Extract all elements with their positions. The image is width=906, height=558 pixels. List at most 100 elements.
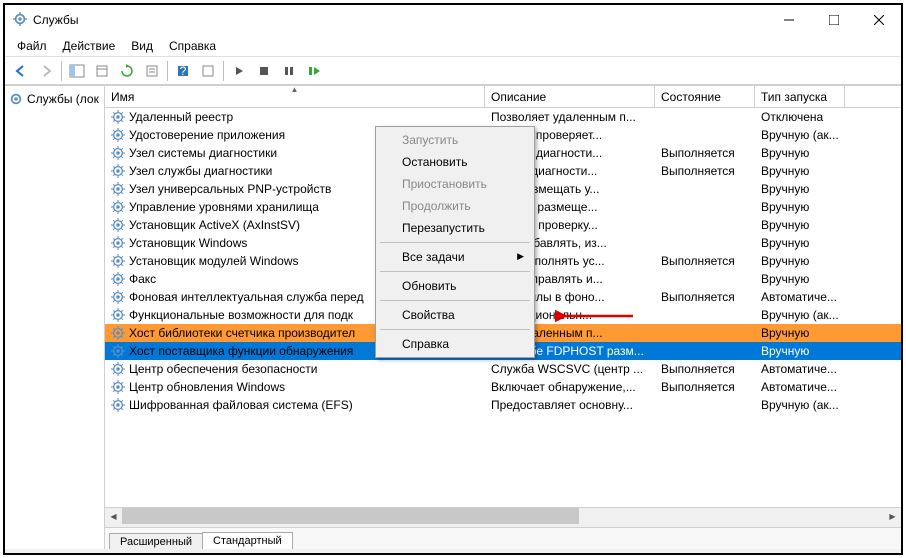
service-name: Узел службы диагностики — [129, 164, 272, 178]
services-icon — [13, 12, 27, 29]
minimize-button[interactable] — [766, 6, 811, 35]
service-name: Удаленный реестр — [129, 110, 233, 124]
close-button[interactable] — [856, 6, 901, 35]
forward-button[interactable] — [34, 59, 58, 83]
menu-view[interactable]: Вид — [125, 37, 159, 55]
service-start: Вручную (ак... — [755, 308, 845, 322]
tab-extended[interactable]: Расширенный — [109, 533, 203, 549]
back-button[interactable] — [9, 59, 33, 83]
service-start: Вручную — [755, 272, 845, 286]
help2-button[interactable] — [196, 59, 220, 83]
help-button[interactable]: ? — [171, 59, 195, 83]
service-state: Выполняется — [655, 362, 755, 376]
stop-service-button[interactable] — [252, 59, 276, 83]
service-icon — [111, 362, 125, 376]
service-state: Выполняется — [655, 164, 755, 178]
service-start: Автоматиче... — [755, 380, 845, 394]
service-icon — [111, 146, 125, 160]
service-name: Удостоверение приложения — [129, 128, 285, 142]
service-name: Центр обеспечения безопасности — [129, 362, 318, 376]
service-start: Вручную — [755, 326, 845, 340]
service-name: Хост библиотеки счетчика производител — [129, 326, 355, 340]
show-hide-tree-button[interactable] — [65, 59, 89, 83]
service-start: Вручную — [755, 218, 845, 232]
service-icon — [111, 128, 125, 142]
service-desc: Предоставляет основну... — [485, 398, 655, 412]
service-icon — [111, 380, 125, 394]
service-icon — [111, 236, 125, 250]
service-state: Выполняется — [655, 146, 755, 160]
menubar: Файл Действие Вид Справка — [5, 35, 901, 57]
service-name: Установщик модулей Windows — [129, 254, 298, 268]
start-service-button[interactable] — [227, 59, 251, 83]
services-icon — [9, 92, 23, 106]
col-name[interactable]: Имя▲ — [105, 86, 485, 107]
service-name: Фоновая интеллектуальная служба перед — [129, 290, 364, 304]
ctx-stop[interactable]: Остановить — [378, 151, 532, 173]
service-name: Узел универсальных PNP-устройств — [129, 182, 331, 196]
service-start: Вручную — [755, 146, 845, 160]
scroll-thumb[interactable] — [122, 508, 579, 524]
service-start: Автоматиче... — [755, 362, 845, 376]
service-start: Вручную (ак... — [755, 398, 845, 412]
ctx-start[interactable]: Запустить — [378, 129, 532, 151]
service-start: Вручную — [755, 236, 845, 250]
service-desc: Включает обнаружение,... — [485, 380, 655, 394]
grid-header: Имя▲ Описание Состояние Тип запуска — [105, 86, 901, 108]
ctx-pause[interactable]: Приостановить — [378, 173, 532, 195]
tab-standard[interactable]: Стандартный — [202, 532, 293, 549]
ctx-restart[interactable]: Перезапустить — [378, 217, 532, 239]
service-icon — [111, 110, 125, 124]
service-state: Выполняется — [655, 254, 755, 268]
properties-button[interactable] — [140, 59, 164, 83]
service-name: Узел системы диагностики — [129, 146, 277, 160]
ctx-all-tasks[interactable]: Все задачи▶ — [378, 246, 532, 268]
restart-service-button[interactable] — [302, 59, 326, 83]
service-name: Установщик ActiveX (AxInstSV) — [129, 218, 300, 232]
pause-service-button[interactable] — [277, 59, 301, 83]
annotation-arrow-icon — [555, 308, 635, 327]
service-row[interactable]: Шифрованная файловая система (EFS) Предос… — [105, 396, 901, 414]
refresh-button[interactable] — [115, 59, 139, 83]
service-name: Хост поставщика функции обнаружения — [129, 344, 353, 358]
window-title: Службы — [33, 13, 766, 27]
scroll-left-button[interactable]: ◀ — [105, 508, 122, 525]
horizontal-scrollbar[interactable]: ◀ ▶ — [105, 507, 901, 524]
service-start: Вручную — [755, 164, 845, 178]
col-state[interactable]: Состояние — [655, 86, 755, 107]
service-icon — [111, 218, 125, 232]
service-icon — [111, 182, 125, 196]
ctx-help[interactable]: Справка — [378, 333, 532, 355]
ctx-properties[interactable]: Свойства — [378, 304, 532, 326]
service-row[interactable]: Центр обновления WindowsВключает обнаруж… — [105, 378, 901, 396]
col-startup[interactable]: Тип запуска — [755, 86, 845, 107]
tree-root-label: Службы (лок — [27, 92, 99, 106]
menu-help[interactable]: Справка — [163, 37, 222, 55]
export-button[interactable] — [90, 59, 114, 83]
titlebar: Службы — [5, 5, 901, 35]
menu-file[interactable]: Файл — [11, 37, 53, 55]
service-name: Факс — [129, 272, 156, 286]
menu-action[interactable]: Действие — [57, 37, 122, 55]
toolbar: ? — [5, 57, 901, 85]
tree-root-services[interactable]: Службы (лок — [7, 90, 102, 108]
service-start: Автоматиче... — [755, 290, 845, 304]
scroll-right-button[interactable]: ▶ — [884, 508, 901, 525]
ctx-refresh[interactable]: Обновить — [378, 275, 532, 297]
statusbar — [5, 549, 901, 553]
service-row[interactable]: Центр обеспечения безопасности Служба WSC… — [105, 360, 901, 378]
service-row[interactable]: Удаленный реестрПозволяет удаленным п...… — [105, 108, 901, 126]
service-start: Вручную — [755, 254, 845, 268]
maximize-button[interactable] — [811, 6, 856, 35]
tree-pane: Службы (лок — [5, 86, 105, 549]
service-icon — [111, 290, 125, 304]
col-description[interactable]: Описание — [485, 86, 655, 107]
service-name: Установщик Windows — [129, 236, 247, 250]
service-icon — [111, 164, 125, 178]
service-name: Шифрованная файловая система (EFS) — [129, 398, 353, 412]
sort-indicator-icon: ▲ — [291, 85, 299, 94]
context-menu: Запустить Остановить Приостановить Продо… — [375, 126, 535, 358]
service-desc: Служба WSCSVC (центр ... — [485, 362, 655, 376]
ctx-resume[interactable]: Продолжить — [378, 195, 532, 217]
grid-body[interactable]: Запустить Остановить Приостановить Продо… — [105, 108, 901, 507]
